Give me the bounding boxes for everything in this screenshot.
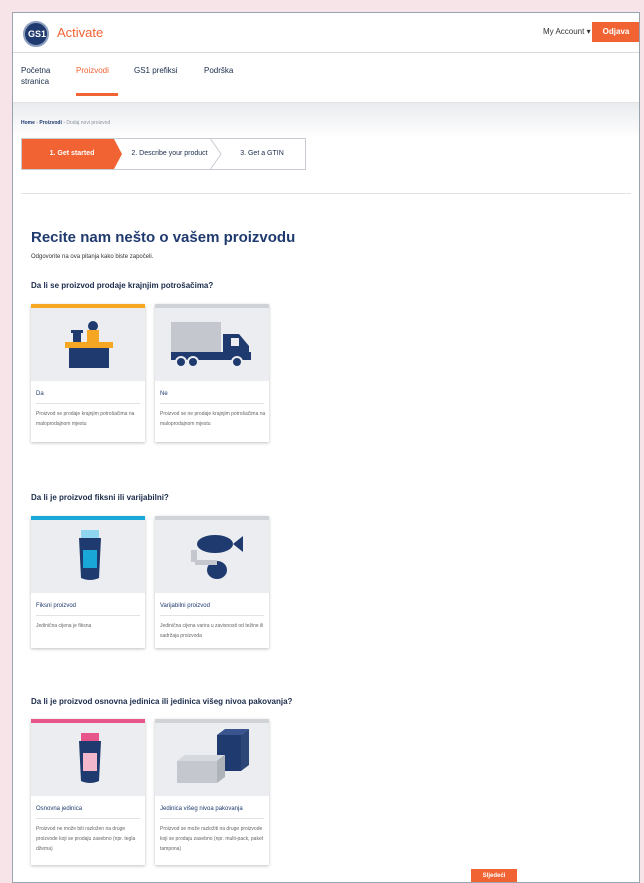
logo-text: GS1 — [28, 29, 47, 39]
page-title: Recite nam nešto o vašem proizvodu — [31, 229, 296, 246]
option-title: Varijabilni proizvod — [160, 603, 210, 609]
breadcrumb-current: Dodaj novi proizvod — [66, 120, 111, 126]
option-description: Jedinična cijena varira u zavisnosti od … — [160, 623, 264, 639]
logout-button[interactable]: Odjava — [592, 22, 639, 42]
jar-icon — [31, 723, 145, 796]
nav-item-home[interactable]: Početna stranica — [21, 65, 50, 87]
boxes-icon — [155, 723, 269, 796]
step-progress: 1. Get started 2. Describe your product … — [21, 138, 306, 170]
section-divider — [21, 193, 631, 194]
option-description: Jedinična cijena je fiksna — [36, 623, 92, 629]
card-divider — [160, 818, 264, 819]
step-get-gtin: 3. Get a GTIN — [240, 150, 284, 157]
nav-item-support[interactable]: Podrška — [204, 65, 233, 76]
main-nav: Početna stranica Proizvodi GS1 prefiksi … — [13, 53, 639, 103]
next-button[interactable]: Sljedeći — [471, 869, 517, 882]
card-divider — [160, 403, 264, 404]
page-subtitle: Odgovorite na ova pitanja kako biste zap… — [31, 254, 154, 260]
option-description: Proizvod ne može biti razložen na druge … — [36, 826, 136, 852]
truck-icon — [155, 308, 269, 381]
question-fixed-variable: Da li je proizvod fiksni ili varijabilni… — [31, 493, 169, 502]
breadcrumb-home[interactable]: Home — [21, 120, 35, 126]
cashier-icon — [31, 308, 145, 381]
option-title: Fiksni proizvod — [36, 603, 77, 609]
question-packaging-level: Da li je proizvod osnovna jedinica ili j… — [31, 697, 293, 706]
option-title: Da — [36, 391, 44, 397]
app-window: GS1 Activate My Account ▾ Odjava Početna… — [12, 12, 640, 883]
option-card-fixed[interactable]: Fiksni proizvod Jedinična cijena je fiks… — [31, 516, 145, 648]
breadcrumb: Home › Proizvodi › Dodaj novi proizvod — [21, 120, 110, 126]
card-divider — [36, 818, 140, 819]
gs1-logo[interactable]: GS1 — [23, 21, 49, 47]
card-divider — [36, 615, 140, 616]
option-card-ne[interactable]: Ne Proizvod se ne prodaje krajnjim potro… — [155, 304, 269, 442]
option-title: Ne — [160, 391, 168, 397]
top-header: GS1 Activate My Account ▾ Odjava — [13, 13, 639, 53]
option-description: Proizvod se ne prodaje krajnjim potrošač… — [160, 411, 266, 427]
step-describe-product: 2. Describe your product — [131, 150, 208, 157]
my-account-menu[interactable]: My Account ▾ — [543, 27, 591, 36]
option-card-da[interactable]: Da Proizvod se prodaje krajnjim potrošač… — [31, 304, 145, 442]
app-title: Activate — [57, 25, 104, 40]
option-title: Jedinica višeg nivoa pakovanja — [160, 806, 243, 812]
step-get-started: 1. Get started — [22, 139, 122, 169]
card-divider — [36, 403, 140, 404]
nav-active-indicator — [76, 93, 118, 96]
option-card-base-unit[interactable]: Osnovna jedinica Proizvod ne može biti r… — [31, 719, 145, 865]
question-retail: Da li se proizvod prodaje krajnjim potro… — [31, 281, 214, 290]
nav-item-products[interactable]: Proizvodi — [76, 65, 109, 76]
option-description: Proizvod se prodaje krajnjim potrošačima… — [36, 411, 135, 427]
option-title: Osnovna jedinica — [36, 806, 83, 812]
fish-meat-icon — [155, 520, 269, 593]
card-divider — [160, 615, 264, 616]
option-card-variable[interactable]: Varijabilni proizvod Jedinična cijena va… — [155, 516, 269, 648]
nav-item-gs1-prefixes[interactable]: GS1 prefiksi — [134, 65, 178, 76]
breadcrumb-products[interactable]: Proizvodi — [39, 120, 62, 126]
can-icon — [31, 520, 145, 593]
option-card-higher-level[interactable]: Jedinica višeg nivoa pakovanja Proizvod … — [155, 719, 269, 865]
option-description: Proizvod se može razložiti na druge proi… — [160, 826, 264, 852]
